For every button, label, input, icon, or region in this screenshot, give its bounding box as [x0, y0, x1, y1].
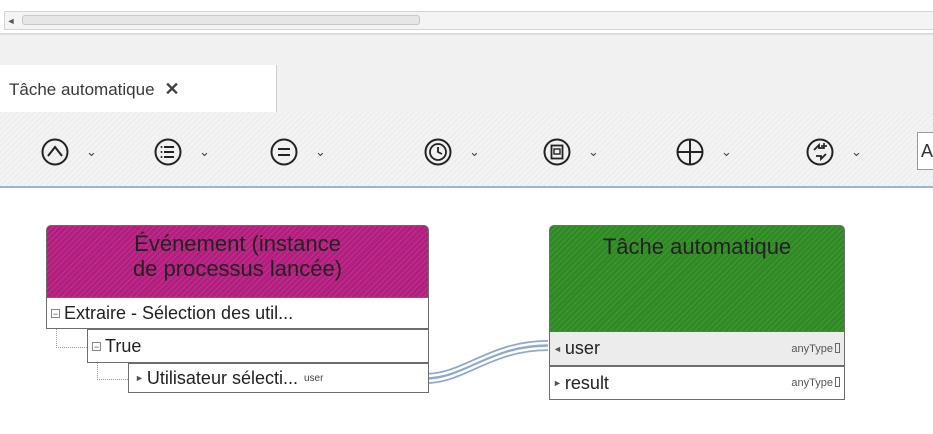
list-circle-icon — [154, 138, 182, 166]
chevron-down-icon[interactable]: ⌄ — [721, 144, 732, 160]
chevron-down-icon[interactable]: ⌄ — [199, 144, 210, 160]
event-node-header[interactable]: Événement (instance de processus lancée) — [46, 225, 429, 297]
scrollbar-thumb[interactable] — [22, 15, 420, 25]
param-name: user — [564, 338, 600, 358]
type-tag: user — [303, 372, 324, 384]
param-row-user[interactable]: ◄ user anyType — [549, 331, 845, 366]
chevron-down-icon[interactable]: ⌄ — [469, 144, 480, 160]
event-node-title-line1: Événement (instance — [134, 231, 341, 256]
tool-document-group[interactable]: ⌄ — [542, 135, 599, 169]
collapse-icon[interactable]: − — [51, 308, 60, 318]
tab-bar: Tâche automatique ✕ — [0, 34, 933, 114]
chevron-down-icon[interactable]: ⌄ — [86, 144, 97, 160]
tool-start-group[interactable]: ⌄ — [40, 135, 97, 169]
chevron-down-icon[interactable]: ⌄ — [315, 144, 326, 160]
tree-row-utilisateur[interactable]: ► Utilisateur sélecti... user — [128, 363, 429, 393]
tool-timer-group[interactable]: ⌄ — [423, 135, 480, 169]
document-icon — [543, 138, 571, 166]
expand-triangle-icon: ► — [135, 373, 144, 383]
tool-list-group[interactable]: ⌄ — [153, 135, 210, 169]
param-row-result[interactable]: ► result anyType — [549, 366, 845, 400]
scroll-left-icon[interactable]: ◄ — [4, 11, 18, 30]
chevron-down-icon[interactable]: ⌄ — [851, 144, 862, 160]
tree-row-label: True — [105, 335, 142, 356]
event-node[interactable]: Événement (instance de processus lancée)… — [46, 225, 429, 403]
tree-guide — [56, 329, 87, 348]
expand-triangle-icon: ► — [553, 378, 562, 388]
up-arrow-circle-icon — [41, 138, 69, 166]
tree-guide — [97, 363, 128, 380]
add-process-icon — [806, 138, 834, 166]
tool-subprocess-group[interactable]: ⌄ — [805, 135, 862, 169]
param-type: anyType — [791, 377, 844, 389]
tool-equals-group[interactable]: ⌄ — [269, 135, 326, 169]
tab-tache-automatique[interactable]: Tâche automatique ✕ — [0, 65, 277, 114]
tree-row-true[interactable]: − True — [87, 329, 429, 363]
param-name: result — [564, 372, 609, 393]
diagram-canvas[interactable]: Événement (instance de processus lancée)… — [0, 188, 933, 434]
task-node-title: Tâche automatique — [602, 234, 792, 259]
event-node-title-line2: de processus lancée) — [132, 256, 343, 281]
toolbar-overflow-field[interactable]: A — [917, 132, 933, 170]
clock-circle-icon — [424, 138, 452, 166]
input-triangle-icon: ◄ — [553, 343, 562, 354]
collapse-icon[interactable]: − — [92, 341, 101, 351]
chevron-down-icon[interactable]: ⌄ — [588, 144, 599, 160]
tree-row-label: Utilisateur sélecti... — [146, 367, 298, 388]
close-icon[interactable]: ✕ — [165, 79, 180, 100]
task-node-header[interactable]: Tâche automatique — [549, 225, 845, 331]
tool-gateway-group[interactable]: ⌄ — [675, 135, 732, 169]
tree-row-extraire[interactable]: − Extraire - Sélection des util... — [46, 297, 429, 329]
task-node[interactable]: Tâche automatique ◄ user anyType ► resul… — [549, 225, 845, 403]
param-type: anyType — [791, 342, 844, 355]
horizontal-scrollbar[interactable]: ◄ — [0, 0, 933, 34]
equals-circle-icon — [270, 138, 298, 166]
data-mapping-connector[interactable] — [420, 336, 555, 388]
tree-row-label: Extraire - Sélection des util... — [64, 302, 294, 323]
tab-label: Tâche automatique — [9, 79, 155, 99]
toolbar: ⌄ ⌄ ⌄ ⌄ ⌄ ⌄ ⌄ A — [0, 112, 933, 188]
plus-circle-icon — [676, 138, 704, 166]
